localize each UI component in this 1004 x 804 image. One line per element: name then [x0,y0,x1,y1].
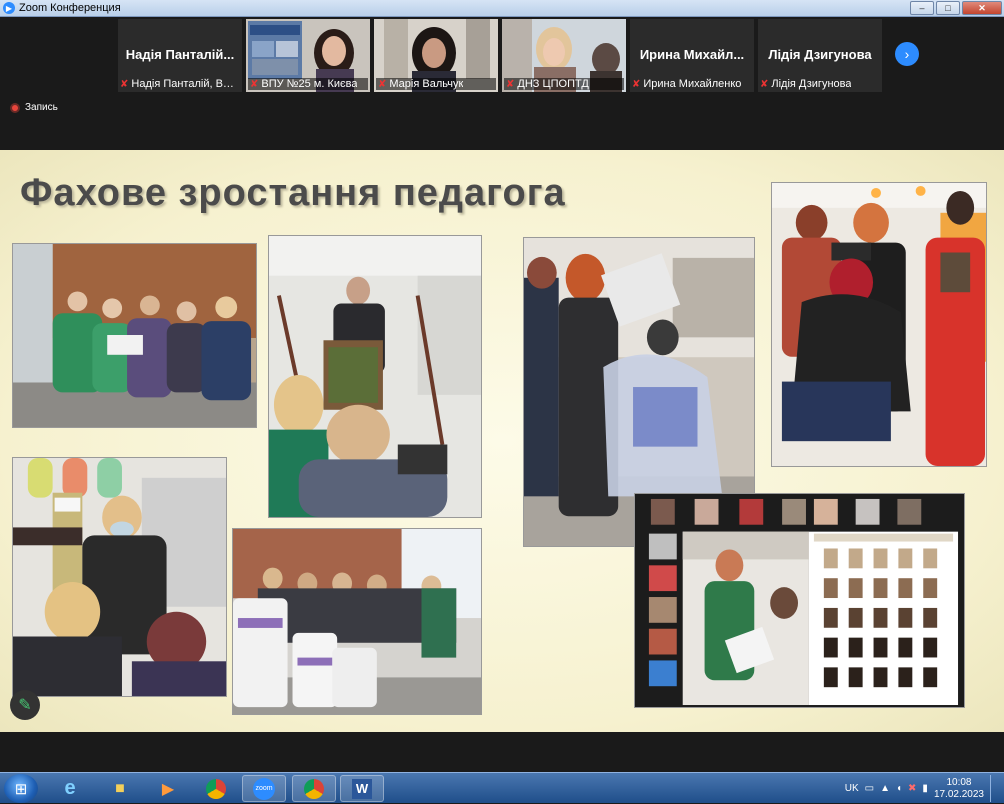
participant-tile[interactable]: Надія Панталій... ✘ Надія Панталій, Вищ.… [118,19,242,92]
photo-image [233,529,481,714]
participant-label-text: Лідія Дзигунова [771,78,852,90]
mic-muted-icon: ✘ [760,78,769,90]
window-title: Zoom Конференция [19,2,121,14]
slide-photo [634,493,965,708]
recording-indicator[interactable]: Запись [10,102,58,113]
record-label: Запись [25,102,58,113]
network-icon[interactable]: ✖ [908,783,916,794]
taskbar: ⊞ e ■ ▶ zoom W UK ▭ ▲ ◖ ✖ ▮ 10:08 17.02.… [0,772,1004,803]
media-player-icon: ▶ [161,780,175,798]
photo-image [13,244,256,427]
mic-muted-icon: ✘ [120,78,129,90]
minimize-button[interactable]: – [910,1,934,15]
volume-icon[interactable]: ◖ [896,783,902,794]
participant-label-text: ДНЗ ЦПОПТД [517,78,589,90]
zoom-app-icon: ▶ [3,2,15,14]
chrome-icon [304,778,324,799]
taskbar-explorer[interactable]: ■ [98,775,142,802]
taskbar-zoom[interactable]: zoom [242,775,286,802]
clock[interactable]: 10:08 17.02.2023 [934,777,984,801]
photo-image [772,183,986,466]
participant-label: ✘ ВПУ №25 м. Києва [248,78,368,90]
participant-tile[interactable]: ✘ ДНЗ ЦПОПТД [502,19,626,92]
maximize-button[interactable]: □ [936,1,960,15]
slide-photo [771,182,987,467]
folder-icon: ■ [115,779,125,797]
taskbar-chrome-window[interactable] [292,775,336,802]
taskbar-chrome[interactable] [194,775,238,802]
participant-label: ✘ Надія Панталій, Вищ... [120,78,240,90]
record-icon [10,102,20,113]
participant-label: ✘ Марія Вальчук [376,78,496,90]
next-participants-button[interactable]: › [895,42,919,66]
clock-date: 17.02.2023 [933,788,984,800]
participant-name: Лідія Дзигунова [768,47,872,62]
show-desktop-button[interactable] [990,775,998,802]
mic-muted-icon: ✘ [506,78,515,90]
taskbar-ie[interactable]: e [48,775,92,802]
chevron-right-icon: › [904,46,910,62]
show-hidden-icons-icon[interactable]: ▲ [880,783,890,794]
participant-label-text: Марія Вальчук [389,78,464,90]
window-controls: – □ ✕ [910,1,1002,15]
photo-image [13,458,226,696]
mic-muted-icon: ✘ [378,78,387,90]
photo-image [635,494,964,707]
meeting-area: Надія Панталій... ✘ Надія Панталій, Вищ.… [0,17,1004,772]
chrome-icon [206,778,226,799]
internet-explorer-icon: e [64,777,76,799]
slide-title: Фахове зростання педагога [20,172,566,214]
participant-name: Ирина Михайл... [639,47,745,62]
slide-photo [232,528,482,715]
system-tray: UK ▭ ▲ ◖ ✖ ▮ 10:08 17.02.2023 [845,773,1004,804]
close-button[interactable]: ✕ [962,1,1002,15]
participant-label-text: ВПУ №25 м. Києва [261,78,358,90]
participant-label: ✘ Лідія Дзигунова [760,78,880,90]
clock-time: 10:08 [946,776,972,788]
participant-label-text: Ирина Михайленко [643,78,742,90]
shared-screen-slide: Фахове зростання педагога [0,150,1004,732]
participant-tile[interactable]: ✘ ВПУ №25 м. Києва [246,19,370,92]
participant-name: Надія Панталій... [125,47,235,62]
start-button[interactable]: ⊞ [4,774,38,803]
annotate-button[interactable]: ✎ [10,690,40,720]
slide-photo [12,457,227,697]
slide-photo [268,235,482,518]
language-indicator[interactable]: UK [845,783,859,794]
participant-tile[interactable]: Лідія Дзигунова ✘ Лідія Дзигунова [758,19,882,92]
photo-image [269,236,481,517]
participant-strip: Надія Панталій... ✘ Надія Панталій, Вищ.… [118,19,882,92]
word-icon: W [352,778,372,799]
taskbar-media-player[interactable]: ▶ [146,775,190,802]
taskbar-word[interactable]: W [340,775,384,802]
mic-muted-icon: ✘ [632,78,641,90]
zoom-icon: zoom [253,777,275,800]
pencil-icon: ✎ [18,697,32,714]
participant-label: ✘ Ирина Михайленко [632,78,752,90]
windows-logo-icon: ⊞ [14,780,28,798]
mic-muted-icon: ✘ [250,78,259,90]
participant-label: ✘ ДНЗ ЦПОПТД [504,78,624,90]
window-titlebar: ▶ Zoom Конференция – □ ✕ [0,0,1004,17]
participant-tile[interactable]: Ирина Михайл... ✘ Ирина Михайленко [630,19,754,92]
keyboard-icon[interactable]: ▭ [865,783,874,794]
participant-tile[interactable]: ✘ Марія Вальчук [374,19,498,92]
slide-photo [12,243,257,428]
participant-label-text: Надія Панталій, Вищ... [131,78,240,90]
signal-icon[interactable]: ▮ [922,783,928,794]
